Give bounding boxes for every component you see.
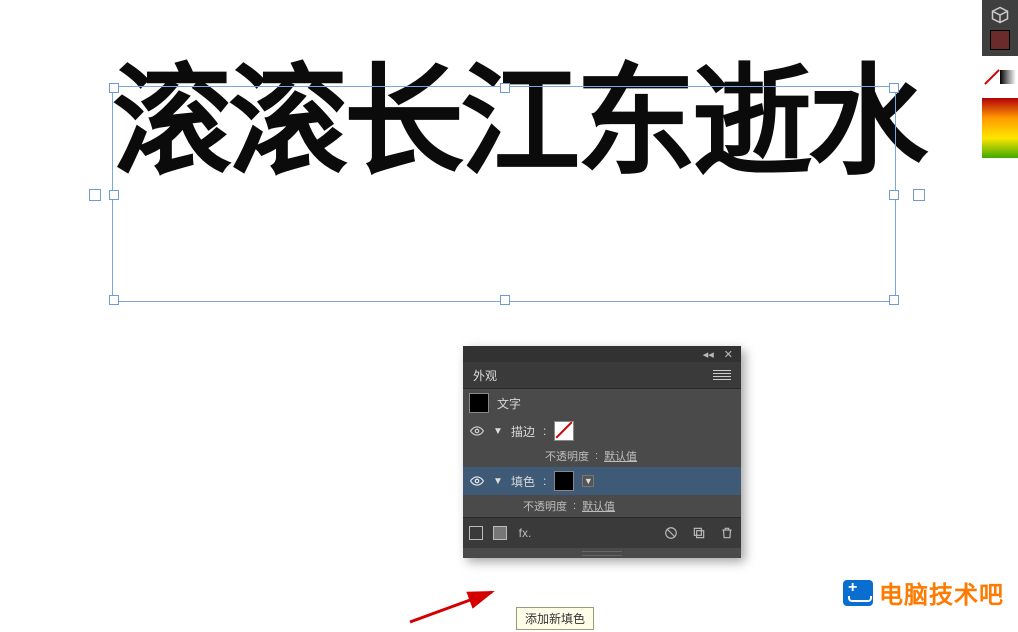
none-swatch-icon[interactable] <box>984 70 998 84</box>
fill-opacity-row[interactable]: 不透明度 : 默认值 <box>463 495 741 517</box>
fill-dropdown-icon[interactable]: ▼ <box>582 475 594 487</box>
stroke-colon: : <box>543 424 546 438</box>
close-icon[interactable]: ✕ <box>724 348 733 361</box>
stroke-opacity-colon: : <box>595 450 598 462</box>
resize-handle-bottom-center[interactable] <box>500 295 510 305</box>
collapse-chevrons-icon: ◂◂ <box>703 348 714 361</box>
fill-swatch-icon[interactable] <box>554 471 574 491</box>
panel-footer: fx. <box>463 517 741 548</box>
cube-icon[interactable] <box>991 6 1009 24</box>
panel-resize-grip[interactable] <box>463 548 741 558</box>
add-stroke-button[interactable] <box>469 526 483 540</box>
resize-handle-top-left[interactable] <box>109 83 119 93</box>
chevron-down-icon[interactable]: ▼ <box>493 426 503 437</box>
text-out-port[interactable] <box>913 189 925 201</box>
watermark: 电脑技术吧 <box>843 575 1004 610</box>
watermark-logo-icon <box>843 580 873 606</box>
fill-label: 填色 <box>511 473 535 490</box>
stroke-opacity-label: 不透明度 <box>545 448 589 464</box>
stroke-label: 描边 <box>511 423 535 440</box>
stroke-swatch-none-icon[interactable] <box>554 421 574 441</box>
target-row[interactable]: 文字 <box>463 389 741 417</box>
add-effect-label[interactable]: fx. <box>517 525 533 541</box>
right-toolbar <box>982 0 1018 56</box>
tab-appearance[interactable]: 外观 <box>473 367 497 384</box>
selection-bounding-box[interactable] <box>112 86 896 302</box>
target-swatch-icon <box>469 393 489 413</box>
add-fill-button[interactable] <box>493 526 507 540</box>
fill-opacity-label: 不透明度 <box>523 498 567 514</box>
stroke-row[interactable]: ▼ 描边 : <box>463 417 741 445</box>
resize-handle-top-center[interactable] <box>500 83 510 93</box>
clear-appearance-icon[interactable] <box>663 525 679 541</box>
swatch-strip <box>982 70 1018 90</box>
panel-collapse-bar[interactable]: ◂◂ ✕ <box>463 346 741 362</box>
visibility-eye-icon[interactable] <box>469 423 485 439</box>
resize-handle-right-center[interactable] <box>889 190 899 200</box>
appearance-panel: ◂◂ ✕ 外观 文字 ▼ 描边 : 不透明度 : 默认值 ▼ 填色 : ▼ 不透… <box>463 346 741 558</box>
resize-handle-bottom-left[interactable] <box>109 295 119 305</box>
trash-icon[interactable] <box>719 525 735 541</box>
panel-menu-icon[interactable] <box>713 370 731 380</box>
stroke-opacity-row[interactable]: 不透明度 : 默认值 <box>463 445 741 467</box>
text-in-port[interactable] <box>89 189 101 201</box>
fill-row[interactable]: ▼ 填色 : ▼ <box>463 467 741 495</box>
fill-opacity-colon: : <box>573 500 576 512</box>
panel-tab-bar: 外观 <box>463 362 741 389</box>
fill-opacity-value[interactable]: 默认值 <box>582 498 615 514</box>
color-spectrum[interactable] <box>982 98 1018 158</box>
gradient-swatch-icon[interactable] <box>1000 70 1016 84</box>
color-swatch[interactable] <box>990 30 1010 50</box>
chevron-down-icon[interactable]: ▼ <box>493 476 503 487</box>
resize-handle-bottom-right[interactable] <box>889 295 899 305</box>
watermark-text: 电脑技术吧 <box>879 575 1004 610</box>
resize-handle-top-right[interactable] <box>889 83 899 93</box>
duplicate-icon[interactable] <box>691 525 707 541</box>
resize-handle-left-center[interactable] <box>109 190 119 200</box>
annotation-arrow-icon <box>410 592 530 632</box>
target-label: 文字 <box>497 395 521 412</box>
visibility-eye-icon[interactable] <box>469 473 485 489</box>
stroke-opacity-value[interactable]: 默认值 <box>604 448 637 464</box>
fill-colon: : <box>543 474 546 488</box>
